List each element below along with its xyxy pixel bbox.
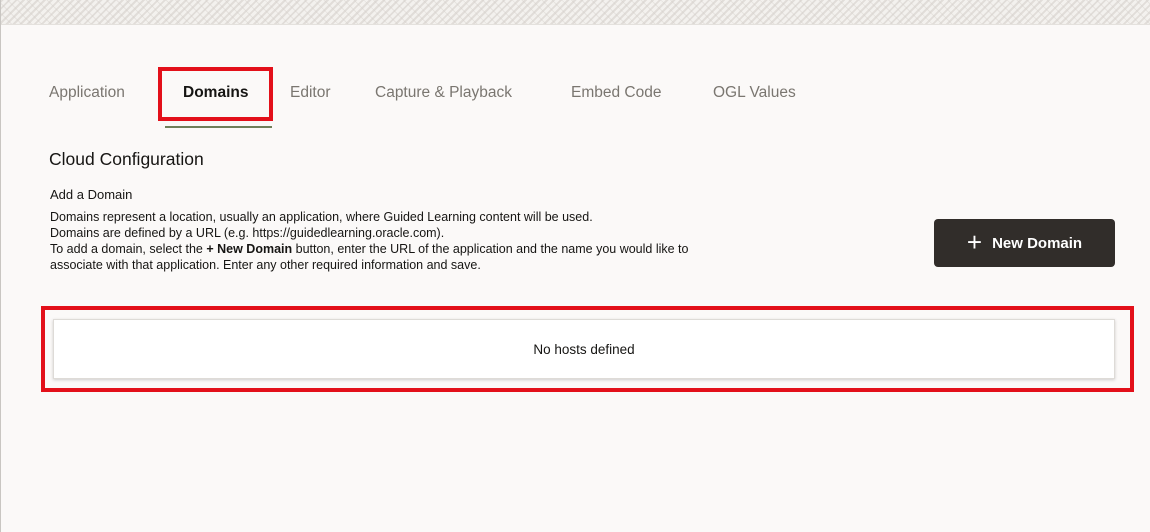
add-domain-heading: Add a Domain (50, 187, 133, 202)
plus-icon: + (966, 227, 983, 257)
description-line-3: To add a domain, select the + New Domain… (50, 241, 910, 257)
new-domain-button-label: New Domain (992, 234, 1083, 252)
tab-ogl-values[interactable]: OGL Values (713, 84, 796, 102)
tab-editor[interactable]: Editor (290, 84, 331, 102)
header-pattern-strip (1, 0, 1150, 25)
domain-description: Domains represent a location, usually an… (50, 209, 910, 273)
tab-application[interactable]: Application (49, 84, 125, 102)
hosts-list-panel: No hosts defined (53, 319, 1115, 379)
description-line-4: associate with that application. Enter a… (50, 258, 481, 272)
new-domain-button[interactable]: + New Domain (934, 219, 1115, 267)
no-hosts-message: No hosts defined (533, 341, 635, 357)
domains-tab-highlight-box (158, 67, 273, 121)
description-line-1: Domains represent a location, usually an… (50, 210, 593, 224)
tab-capture-playback[interactable]: Capture & Playback (375, 84, 512, 102)
section-title: Cloud Configuration (49, 149, 204, 169)
settings-page: Application Domains Editor Capture & Pla… (0, 0, 1150, 532)
description-line-3-prefix: To add a domain, select the (50, 242, 207, 256)
tab-embed-code[interactable]: Embed Code (571, 84, 661, 102)
description-line-2: Domains are defined by a URL (e.g. https… (50, 226, 445, 240)
active-tab-indicator (165, 126, 272, 128)
description-line-3-suffix: button, enter the URL of the application… (292, 242, 689, 256)
description-new-domain-ref: + New Domain (206, 242, 293, 256)
